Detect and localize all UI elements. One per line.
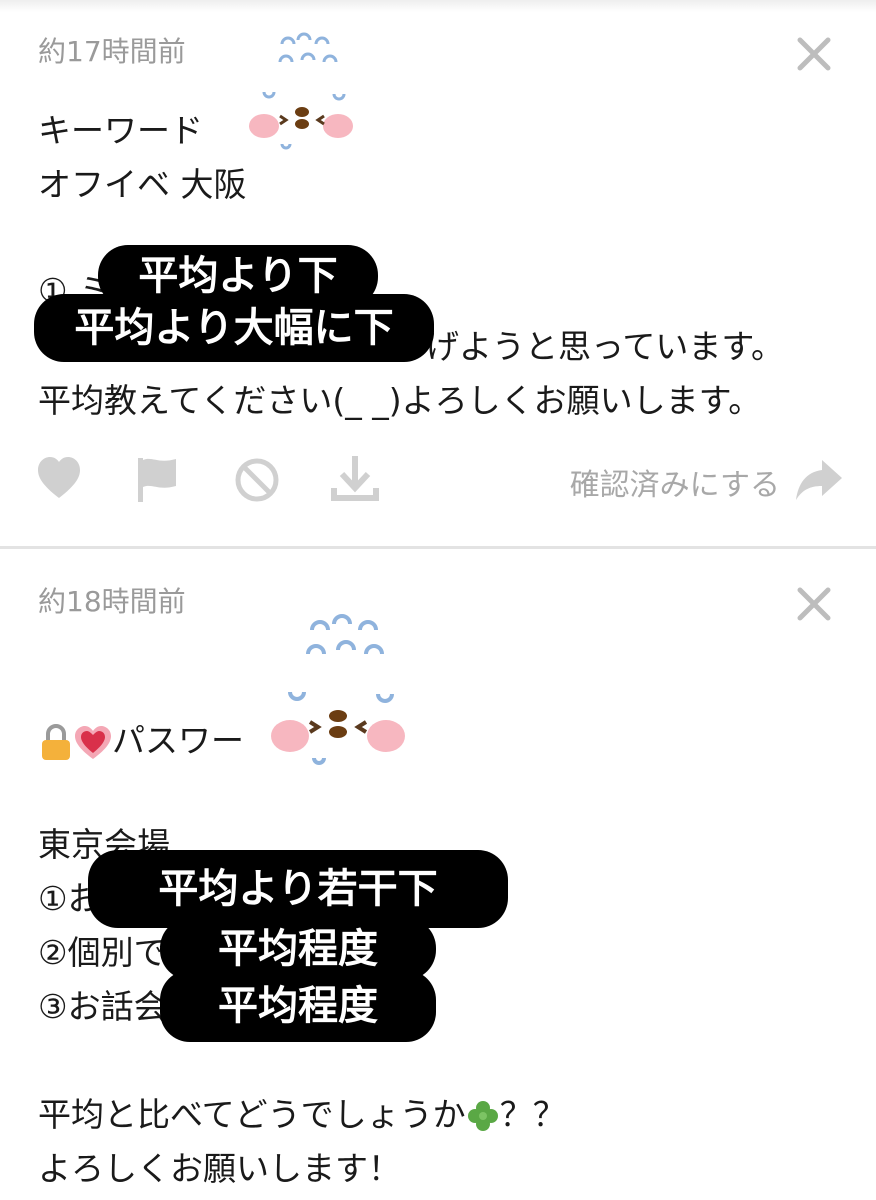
message-card-1: 約17時間前 キーワード オフイベ 大阪 ① ミ げようと思っています。 平均教… xyxy=(0,0,876,548)
body-line-text: 平均と比べてどうでしょうか xyxy=(38,1095,466,1134)
clover-icon xyxy=(467,1100,498,1131)
body-line: ③お話会 xyxy=(38,987,167,1026)
overlay-label: 平均より若干下 xyxy=(88,850,508,928)
body-line: パスワー xyxy=(38,714,244,762)
message-card-2: 約18時間前 パスワー 東京会場 ①お ②個別で ③お話会 平均より若干下 平均 xyxy=(0,550,876,1200)
close-icon[interactable] xyxy=(794,34,834,74)
lock-icon xyxy=(42,723,70,760)
timestamp: 約18時間前 xyxy=(38,585,186,618)
body-line: ②個別で xyxy=(38,933,167,972)
body-line: よろしくお願いします！ xyxy=(38,1149,401,1188)
action-bar: 確認済みにする xyxy=(0,452,876,512)
body-line-text: ？？ xyxy=(499,1095,566,1134)
overlay-label: 平均程度 xyxy=(160,970,436,1042)
heart-emoji-icon xyxy=(75,725,111,759)
body-line: 平均と比べてどうでしょうか ？？ xyxy=(38,1088,566,1136)
divider xyxy=(0,546,876,549)
body-line: 平均教えてください(_ _)よろしくお願いします。 xyxy=(38,381,762,420)
block-icon[interactable] xyxy=(232,452,282,508)
body-line-text: パスワー xyxy=(112,721,244,760)
heart-icon[interactable] xyxy=(36,452,82,508)
body-line: キーワード xyxy=(38,111,203,150)
sweating-chick-sticker xyxy=(271,614,405,765)
flag-icon[interactable] xyxy=(134,452,180,508)
overlay-label: 平均より大幅に下 xyxy=(34,294,434,362)
close-icon[interactable] xyxy=(794,584,834,624)
timestamp: 約17時間前 xyxy=(38,35,186,68)
sweating-chick-sticker xyxy=(249,32,353,150)
share-arrow-icon[interactable] xyxy=(794,452,844,508)
download-icon[interactable] xyxy=(330,452,380,508)
body-line: げようと思っています。 xyxy=(426,327,785,366)
body-line: オフイベ 大阪 xyxy=(38,165,247,204)
mark-confirmed-button[interactable]: 確認済みにする xyxy=(570,460,780,504)
